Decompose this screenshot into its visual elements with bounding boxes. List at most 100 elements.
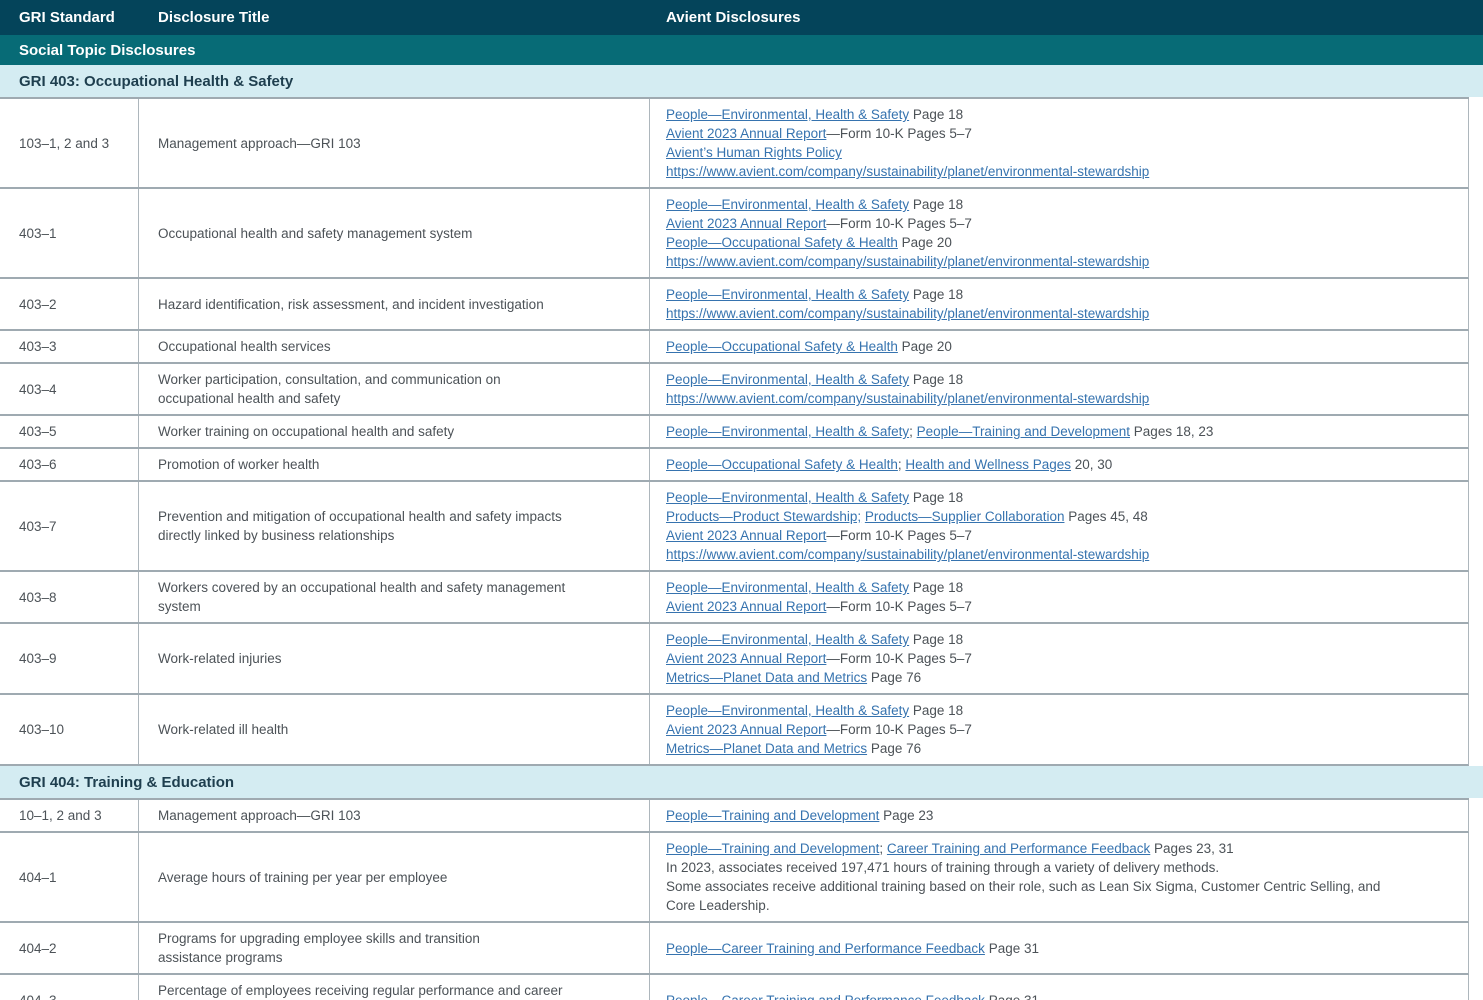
disclosure-text: Page 31 xyxy=(985,993,1039,1000)
disclosure-title-cell: Worker participation, consultation, and … xyxy=(139,364,650,414)
disclosure-line: Metrics—Planet Data and Metrics Page 76 xyxy=(666,668,1452,687)
disclosure-link[interactable]: People—Environmental, Health & Safety xyxy=(666,372,909,387)
disclosure-link[interactable]: People—Training and Development xyxy=(666,841,879,856)
disclosure-link[interactable]: People—Environmental, Health & Safety xyxy=(666,287,909,302)
disclosure-text: Pages 23, 31 xyxy=(1150,841,1233,856)
disclosure-link[interactable]: Avient 2023 Annual Report xyxy=(666,126,826,141)
disclosure-title-cell: Average hours of training per year per e… xyxy=(139,833,650,921)
disclosure-text: Some associates receive additional train… xyxy=(666,879,1380,913)
gri-standard-cell: 403–1 xyxy=(0,189,139,277)
disclosure-link[interactable]: People—Environmental, Health & Safety xyxy=(666,107,909,122)
disclosure-line: People—Occupational Safety & Health Page… xyxy=(666,337,1452,356)
disclosure-link[interactable]: https://www.avient.com/company/sustainab… xyxy=(666,306,1149,321)
table-groups: GRI 403: Occupational Health & Safety103… xyxy=(0,65,1483,1000)
disclosure-link[interactable]: People—Career Training and Performance F… xyxy=(666,993,985,1000)
gri-standard-cell: 103–1, 2 and 3 xyxy=(0,99,139,187)
disclosure-link[interactable]: People—Environmental, Health & Safety xyxy=(666,632,909,647)
group-header: GRI 404: Training & Education xyxy=(0,766,1483,798)
disclosure-link[interactable]: People—Occupational Safety & Health xyxy=(666,457,898,472)
table-row: 403–10Work-related ill healthPeople—Envi… xyxy=(0,695,1469,766)
disclosure-link[interactable]: People—Career Training and Performance F… xyxy=(666,941,985,956)
table-row: 103–1, 2 and 3Management approach—GRI 10… xyxy=(0,99,1469,189)
disclosure-text: ; xyxy=(909,424,917,439)
gri-index-page: GRI Standard Disclosure Title Avient Dis… xyxy=(0,0,1483,1000)
table-header-row: GRI Standard Disclosure Title Avient Dis… xyxy=(0,0,1483,35)
disclosure-link[interactable]: Career Training and Performance Feedback xyxy=(887,841,1150,856)
gri-standard-cell: 403–6 xyxy=(0,449,139,480)
disclosure-text: Page 31 xyxy=(985,941,1039,956)
disclosure-text: —Form 10-K Pages 5–7 xyxy=(826,216,972,231)
disclosure-link[interactable]: https://www.avient.com/company/sustainab… xyxy=(666,254,1149,269)
gri-standard-cell: 404–1 xyxy=(0,833,139,921)
disclosure-line: https://www.avient.com/company/sustainab… xyxy=(666,389,1452,408)
disclosure-text: —Form 10-K Pages 5–7 xyxy=(826,722,972,737)
avient-disclosures-cell: People—Occupational Safety & Health Page… xyxy=(650,331,1468,362)
disclosure-text: ; xyxy=(879,841,887,856)
table-row: 404–1Average hours of training per year … xyxy=(0,833,1469,923)
table-row: 404–2Programs for upgrading employee ski… xyxy=(0,923,1469,975)
disclosure-title-cell: Work-related injuries xyxy=(139,624,650,693)
disclosure-line: People—Environmental, Health & Safety Pa… xyxy=(666,370,1452,389)
col-header-gri-standard: GRI Standard xyxy=(0,9,139,26)
disclosure-text: —Form 10-K Pages 5–7 xyxy=(826,599,972,614)
avient-disclosures-cell: People—Training and Development; Career … xyxy=(650,833,1468,921)
disclosure-line: Avient 2023 Annual Report—Form 10-K Page… xyxy=(666,526,1452,545)
table-row: 403–7Prevention and mitigation of occupa… xyxy=(0,482,1469,572)
table-row: 403–2Hazard identification, risk assessm… xyxy=(0,279,1469,331)
disclosure-line: https://www.avient.com/company/sustainab… xyxy=(666,162,1452,181)
disclosure-link[interactable]: Avient 2023 Annual Report xyxy=(666,722,826,737)
disclosure-link[interactable]: People—Environmental, Health & Safety xyxy=(666,424,909,439)
disclosure-link[interactable]: https://www.avient.com/company/sustainab… xyxy=(666,164,1149,179)
disclosure-line: People—Environmental, Health & Safety Pa… xyxy=(666,488,1452,507)
disclosure-text: Page 18 xyxy=(909,372,963,387)
gri-standard-cell: 403–5 xyxy=(0,416,139,447)
disclosure-line: People—Environmental, Health & Safety Pa… xyxy=(666,701,1452,720)
disclosure-line: People—Environmental, Health & Safety Pa… xyxy=(666,105,1452,124)
disclosure-link[interactable]: People—Environmental, Health & Safety xyxy=(666,703,909,718)
disclosure-title-cell: Management approach—GRI 103 xyxy=(139,800,650,831)
disclosure-link[interactable]: Products—Product Stewardship; xyxy=(666,509,861,524)
disclosure-link[interactable]: People—Environmental, Health & Safety xyxy=(666,197,909,212)
avient-disclosures-cell: People—Career Training and Performance F… xyxy=(650,923,1468,973)
disclosure-text: Page 20 xyxy=(898,339,952,354)
disclosure-link[interactable]: People—Occupational Safety & Health xyxy=(666,339,898,354)
disclosure-line: People—Training and Development Page 23 xyxy=(666,806,1452,825)
disclosure-text: In 2023, associates received 197,471 hou… xyxy=(666,860,1219,875)
disclosure-text: Page 76 xyxy=(867,741,921,756)
disclosure-title-cell: Management approach—GRI 103 xyxy=(139,99,650,187)
disclosure-line: People—Environmental, Health & Safety; P… xyxy=(666,422,1452,441)
table-row: 403–3Occupational health servicesPeople—… xyxy=(0,331,1469,364)
disclosure-link[interactable]: People—Environmental, Health & Safety xyxy=(666,580,909,595)
disclosure-text: —Form 10-K Pages 5–7 xyxy=(826,126,972,141)
disclosure-link[interactable]: Avient’s Human Rights Policy xyxy=(666,145,842,160)
avient-disclosures-cell: People—Training and Development Page 23 xyxy=(650,800,1468,831)
disclosure-text: Page 76 xyxy=(867,670,921,685)
disclosure-link[interactable]: Metrics—Planet Data and Metrics xyxy=(666,741,867,756)
avient-disclosures-cell: People—Environmental, Health & Safety Pa… xyxy=(650,99,1468,187)
disclosure-link[interactable]: People—Environmental, Health & Safety xyxy=(666,490,909,505)
table-row: 403–5Worker training on occupational hea… xyxy=(0,416,1469,449)
disclosure-link[interactable]: People—Training and Development xyxy=(917,424,1130,439)
disclosure-title-cell: Percentage of employees receiving regula… xyxy=(139,975,650,1000)
disclosure-line: People—Environmental, Health & Safety Pa… xyxy=(666,285,1452,304)
col-header-avient-disclosures: Avient Disclosures xyxy=(650,9,1483,26)
disclosure-link[interactable]: People—Occupational Safety & Health xyxy=(666,235,898,250)
disclosure-link[interactable]: People—Training and Development xyxy=(666,808,879,823)
disclosure-title-cell: Occupational health and safety managemen… xyxy=(139,189,650,277)
avient-disclosures-cell: People—Environmental, Health & Safety Pa… xyxy=(650,624,1468,693)
disclosure-link[interactable]: Products—Supplier Collaboration xyxy=(865,509,1065,524)
disclosure-line: Avient’s Human Rights Policy xyxy=(666,143,1452,162)
disclosure-link[interactable]: https://www.avient.com/company/sustainab… xyxy=(666,547,1149,562)
avient-disclosures-cell: People—Environmental, Health & Safety; P… xyxy=(650,416,1468,447)
disclosure-link[interactable]: Avient 2023 Annual Report xyxy=(666,216,826,231)
table-row: 403–4Worker participation, consultation,… xyxy=(0,364,1469,416)
gri-standard-cell: 403–7 xyxy=(0,482,139,570)
avient-disclosures-cell: People—Occupational Safety & Health; Hea… xyxy=(650,449,1468,480)
disclosure-link[interactable]: Avient 2023 Annual Report xyxy=(666,528,826,543)
disclosure-link[interactable]: Metrics—Planet Data and Metrics xyxy=(666,670,867,685)
disclosure-link[interactable]: https://www.avient.com/company/sustainab… xyxy=(666,391,1149,406)
disclosure-link[interactable]: Health and Wellness Pages xyxy=(905,457,1071,472)
disclosure-link[interactable]: Avient 2023 Annual Report xyxy=(666,651,826,666)
disclosure-text: Page 18 xyxy=(909,490,963,505)
disclosure-link[interactable]: Avient 2023 Annual Report xyxy=(666,599,826,614)
